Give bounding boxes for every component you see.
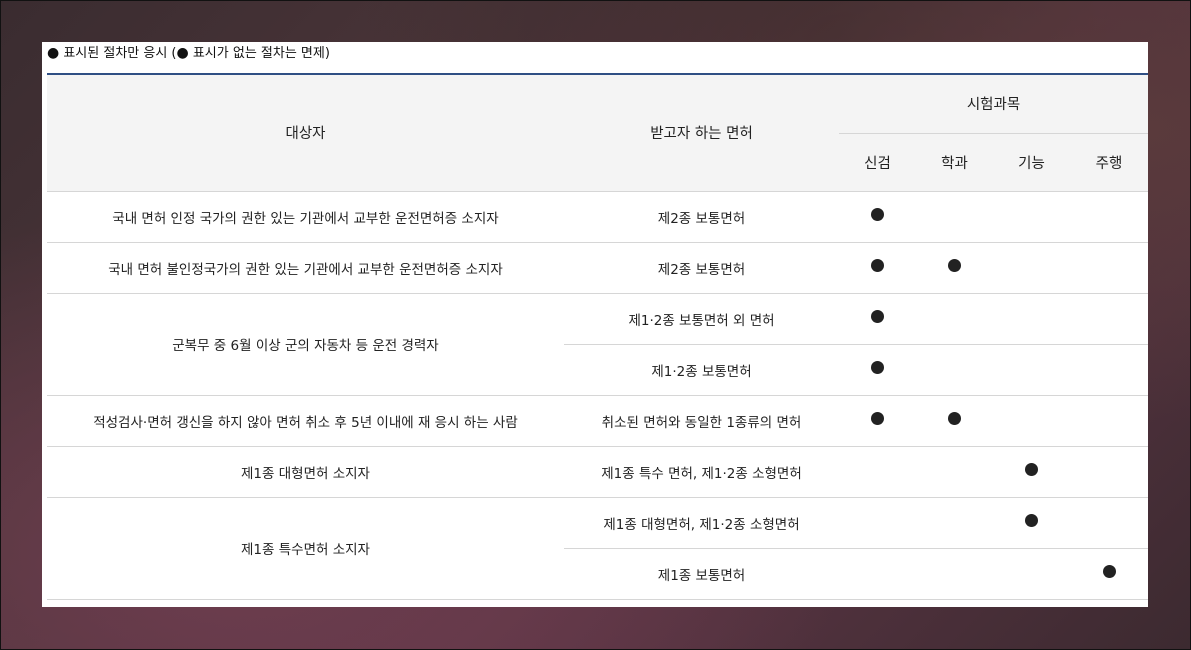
- legend-text-b: 표시가 없는 절차는 면제): [188, 46, 330, 61]
- cell-license: 제1종 대형면허, 제1·2종 소형면허: [564, 497, 839, 549]
- cell-mark: [916, 242, 993, 294]
- cell-mark: [916, 293, 993, 345]
- cell-target: 국내 면허 인정 국가의 권한 있는 기관에서 교부한 운전면허증 소지자: [47, 191, 564, 243]
- required-mark-icon: [871, 361, 884, 374]
- filled-circle-icon: ●: [176, 45, 189, 61]
- cell-mark: [839, 446, 916, 498]
- required-mark-icon: [871, 208, 884, 221]
- cell-mark: [916, 191, 993, 243]
- cell-mark: [993, 242, 1070, 294]
- legend-note: ● 표시된 절차만 응시 (● 표시가 없는 절차는 면제): [47, 42, 330, 65]
- table-row: 제1종 특수면허 소지자 제1종 대형면허, 제1·2종 소형면허: [47, 497, 1148, 600]
- header-subject-2: 학과: [916, 133, 993, 192]
- cell-mark: [993, 191, 1070, 243]
- cell-mark: [1070, 191, 1148, 243]
- header-license: 받고자 하는 면허: [564, 74, 839, 192]
- required-mark-icon: [871, 412, 884, 425]
- cell-mark: [839, 293, 916, 345]
- cell-mark: [1070, 293, 1148, 345]
- cell-mark: [993, 548, 1070, 600]
- filled-circle-icon: ●: [47, 45, 60, 61]
- table-row: 국내 면허 불인정국가의 권한 있는 기관에서 교부한 운전면허증 소지자 제2…: [47, 242, 1148, 294]
- cell-mark: [916, 446, 993, 498]
- cell-mark: [1070, 497, 1148, 549]
- content-panel: ● 표시된 절차만 응시 (● 표시가 없는 절차는 면제) 대상자 받고자 하…: [42, 42, 1148, 607]
- required-mark-icon: [948, 412, 961, 425]
- table-row: 제1종 대형면허 소지자 제1종 특수 면허, 제1·2종 소형면허: [47, 446, 1148, 498]
- cell-mark: [916, 497, 993, 549]
- cell-target: 제1종 특수면허 소지자: [47, 497, 564, 600]
- cell-mark: [1070, 344, 1148, 396]
- cell-mark: [1070, 242, 1148, 294]
- required-mark-icon: [871, 310, 884, 323]
- header-subject-3: 기능: [993, 133, 1070, 192]
- cell-mark: [839, 395, 916, 447]
- required-mark-icon: [1025, 463, 1038, 476]
- cell-license: 제1종 특수 면허, 제1·2종 소형면허: [564, 446, 839, 498]
- cell-mark: [1070, 548, 1148, 600]
- required-mark-icon: [948, 259, 961, 272]
- cell-license: 제1종 보통면허: [564, 548, 839, 600]
- table-row: 적성검사·면허 갱신을 하지 않아 면허 취소 후 5년 이내에 재 응시 하는…: [47, 395, 1148, 447]
- required-mark-icon: [1025, 514, 1038, 527]
- cell-mark: [1070, 395, 1148, 447]
- cell-mark: [839, 191, 916, 243]
- cell-mark: [1070, 446, 1148, 498]
- cell-target: 군복무 중 6월 이상 군의 자동차 등 운전 경력자: [47, 293, 564, 396]
- header-subject-4: 주행: [1070, 133, 1148, 192]
- header-subject-1: 신검: [839, 133, 916, 192]
- exam-subject-table: 대상자 받고자 하는 면허 시험과목 신검 학과 기능 주행 국내 면허 인정 …: [47, 73, 1148, 600]
- cell-mark: [916, 548, 993, 600]
- cell-mark: [916, 395, 993, 447]
- cell-mark: [993, 395, 1070, 447]
- cell-target: 제1종 대형면허 소지자: [47, 446, 564, 498]
- cell-mark: [993, 497, 1070, 549]
- cell-target: 국내 면허 불인정국가의 권한 있는 기관에서 교부한 운전면허증 소지자: [47, 242, 564, 294]
- cell-license: 제1·2종 보통면허 외 면허: [564, 293, 839, 345]
- legend-text-a: 표시된 절차만 응시 (: [59, 46, 177, 61]
- table-row: 국내 면허 인정 국가의 권한 있는 기관에서 교부한 운전면허증 소지자 제2…: [47, 191, 1148, 243]
- cell-mark: [839, 242, 916, 294]
- cell-target: 적성검사·면허 갱신을 하지 않아 면허 취소 후 5년 이내에 재 응시 하는…: [47, 395, 564, 447]
- required-mark-icon: [871, 259, 884, 272]
- cell-license: 제1·2종 보통면허: [564, 344, 839, 396]
- cell-license: 취소된 면허와 동일한 1종류의 면허: [564, 395, 839, 447]
- cell-mark: [993, 446, 1070, 498]
- cell-mark: [839, 497, 916, 549]
- cell-mark: [839, 548, 916, 600]
- cell-mark: [993, 344, 1070, 396]
- required-mark-icon: [1102, 565, 1116, 578]
- cell-mark: [993, 293, 1070, 345]
- cell-mark: [916, 344, 993, 396]
- cell-license: 제2종 보통면허: [564, 191, 839, 243]
- cell-mark: [839, 344, 916, 396]
- header-subjects: 시험과목: [839, 74, 1148, 134]
- cell-license: 제2종 보통면허: [564, 242, 839, 294]
- header-target: 대상자: [47, 74, 564, 192]
- table-row: 군복무 중 6월 이상 군의 자동차 등 운전 경력자 제1·2종 보통면허 외…: [47, 293, 1148, 396]
